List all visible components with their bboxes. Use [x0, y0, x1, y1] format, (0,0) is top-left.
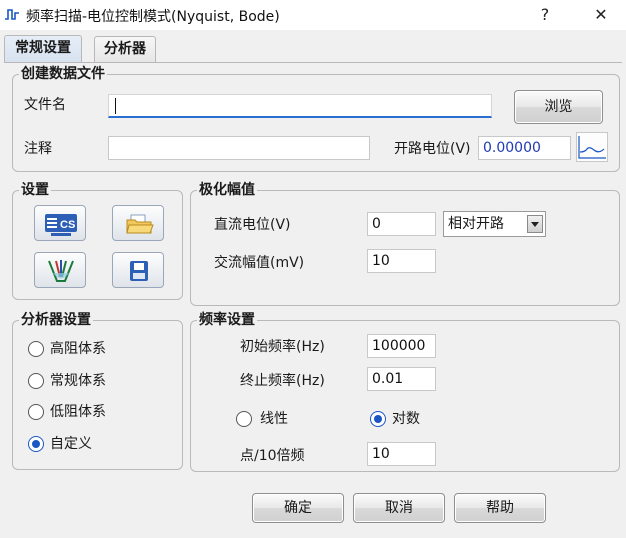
note-input[interactable]	[108, 136, 370, 160]
title-bar: 频率扫描-电位控制模式(Nyquist, Bode) ? ✕	[0, 0, 626, 30]
radio-normal[interactable]	[28, 373, 44, 389]
close-button[interactable]: ✕	[581, 3, 621, 27]
cancel-button[interactable]: 取消	[353, 493, 445, 523]
normal-label: 常规体系	[50, 373, 106, 389]
points-per-decade-input[interactable]: 10	[367, 442, 436, 466]
waveform-icon	[5, 9, 19, 20]
ocp-measure-icon[interactable]	[576, 132, 608, 162]
radio-low-impedance[interactable]	[28, 404, 44, 420]
note-label: 注释	[24, 141, 52, 157]
cs-button[interactable]: CS	[34, 205, 86, 241]
dc-potential-label: 直流电位(V)	[214, 217, 291, 233]
electrode-button[interactable]	[34, 252, 86, 288]
window-title: 频率扫描-电位控制模式(Nyquist, Bode)	[26, 9, 280, 25]
end-frequency-input[interactable]: 0.01	[367, 367, 436, 391]
end-frequency-label: 终止频率(Hz)	[240, 373, 325, 389]
save-button[interactable]	[112, 252, 164, 288]
polarization-title: 极化幅值	[197, 181, 257, 199]
tab-general-settings[interactable]: 常规设置	[4, 35, 82, 63]
radio-log[interactable]	[370, 411, 386, 427]
cs-icon: CS	[45, 214, 77, 236]
analyzer-settings-title: 分析器设置	[19, 311, 93, 329]
chevron-down-icon	[527, 215, 543, 233]
electrode-icon	[48, 260, 74, 282]
points-per-decade-label: 点/10倍频	[240, 448, 305, 464]
help-button[interactable]: 帮助	[454, 493, 546, 523]
log-label: 对数	[392, 411, 420, 427]
settings-title: 设置	[19, 181, 51, 199]
ocp-value[interactable]: 0.00000	[478, 136, 571, 160]
ac-amplitude-label: 交流幅值(mV)	[214, 255, 305, 271]
svg-text:CS: CS	[60, 219, 75, 231]
tab-analyzer[interactable]: 分析器	[94, 36, 156, 62]
high-impedance-label: 高阻体系	[50, 341, 106, 357]
text-caret	[115, 98, 116, 114]
dialog-body: 常规设置 分析器 创建数据文件 文件名 浏览 注释 开路电位(V) 0.0000…	[0, 30, 626, 538]
start-frequency-label: 初始频率(Hz)	[240, 339, 325, 355]
dc-reference-value: 相对开路	[448, 216, 504, 232]
open-folder-icon	[126, 214, 154, 234]
frequency-title: 频率设置	[197, 311, 257, 329]
low-impedance-label: 低阻体系	[50, 404, 106, 420]
linear-label: 线性	[260, 411, 288, 427]
help-title-button[interactable]: ?	[525, 3, 565, 27]
dc-potential-input[interactable]: 0	[367, 212, 436, 236]
ok-button[interactable]: 确定	[252, 493, 344, 523]
save-disk-icon	[130, 261, 148, 281]
radio-high-impedance[interactable]	[28, 341, 44, 357]
ac-amplitude-input[interactable]: 10	[367, 249, 436, 273]
dc-reference-select[interactable]: 相对开路	[443, 211, 546, 237]
filename-input[interactable]	[108, 94, 492, 118]
radio-custom[interactable]	[28, 436, 44, 452]
ocp-label: 开路电位(V)	[394, 141, 471, 157]
radio-linear[interactable]	[236, 411, 252, 427]
custom-label: 自定义	[50, 436, 92, 452]
open-file-button[interactable]	[112, 205, 164, 241]
filename-label: 文件名	[24, 97, 66, 113]
start-frequency-input[interactable]: 100000	[367, 334, 436, 358]
polarization-group: 极化幅值	[190, 181, 620, 306]
browse-button[interactable]: 浏览	[514, 90, 603, 124]
create-file-title: 创建数据文件	[19, 65, 107, 83]
tab-divider	[4, 62, 622, 63]
